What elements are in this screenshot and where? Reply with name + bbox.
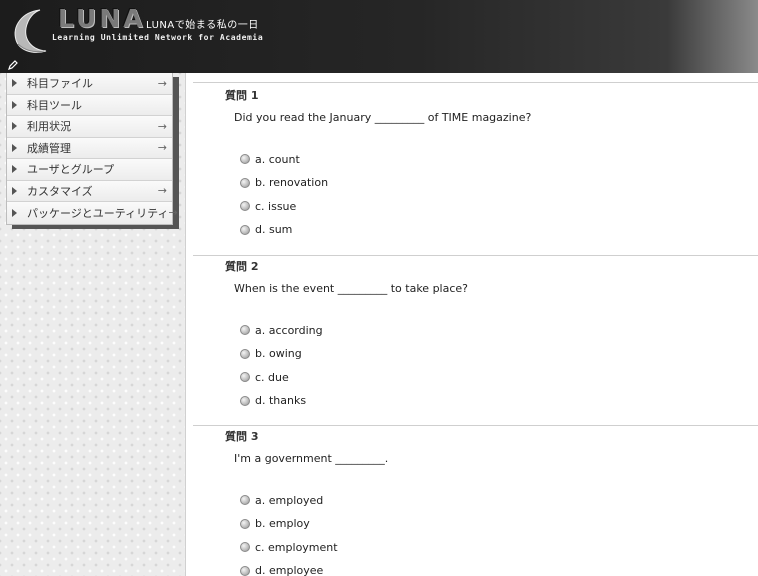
- question-title: 質問 1: [225, 89, 259, 102]
- expand-triangle-icon: [12, 122, 17, 131]
- header-subtitle: Learning Unlimited Network for Academia: [52, 33, 264, 42]
- question-divider: [193, 425, 758, 426]
- answer-option-label: d. thanks: [255, 394, 307, 407]
- header-tagline: LUNAで始まる私の一日: [146, 20, 259, 31]
- sidebar-item-packages-and-utilities[interactable]: パッケージとユーティリティ →: [7, 202, 178, 224]
- expand-triangle-icon: [12, 186, 17, 195]
- sidebar-item-label: パッケージとユーティリティ: [27, 206, 169, 220]
- radio-button[interactable]: [240, 372, 250, 382]
- radio-button[interactable]: [240, 565, 250, 576]
- answer-option[interactable]: a. according: [240, 322, 323, 338]
- submenu-arrow-icon: →: [157, 76, 167, 90]
- question-text: When is the event _________ to take plac…: [234, 282, 469, 295]
- pencil-icon[interactable]: [7, 59, 19, 71]
- radio-button[interactable]: [240, 154, 250, 164]
- radio-button[interactable]: [240, 395, 250, 406]
- answer-option-label: a. count: [255, 152, 300, 166]
- answer-option[interactable]: c. employment: [240, 539, 338, 555]
- radio-button[interactable]: [240, 224, 250, 235]
- answer-option-label: c. due: [255, 370, 289, 384]
- answer-option-label: d. employee: [255, 564, 324, 576]
- answer-option[interactable]: d. thanks: [240, 393, 306, 409]
- brand-logo-text: LUNA: [58, 4, 146, 33]
- sidebar-item-label: 成績管理: [27, 141, 71, 155]
- radio-button[interactable]: [240, 495, 250, 505]
- answer-option-label: b. owing: [255, 347, 302, 360]
- sidebar-menu: 科目ファイル → 科目ツール 利用状況 → 成績管理 → ユーザとグループ カスタマイズ → パッケ…: [6, 73, 178, 225]
- answer-option-label: c. issue: [255, 199, 297, 213]
- submenu-arrow-icon: →: [168, 206, 178, 220]
- question-divider: [193, 82, 758, 83]
- answer-option[interactable]: b. employ: [240, 516, 310, 532]
- sidebar-item-customize[interactable]: カスタマイズ →: [7, 180, 172, 202]
- quiz-content: 質問 1 Did you read the January _________ o…: [193, 73, 758, 576]
- sidebar-item-label: カスタマイズ: [27, 184, 93, 198]
- sidebar: 科目ファイル → 科目ツール 利用状況 → 成績管理 → ユーザとグループ カスタマイズ → パッケ…: [0, 73, 186, 576]
- expand-triangle-icon: [12, 100, 17, 109]
- expand-triangle-icon: [12, 143, 17, 152]
- question-block: 質問 1 Did you read the January _________ o…: [193, 87, 758, 247]
- question-title: 質問 2: [225, 260, 259, 273]
- expand-triangle-icon: [12, 79, 17, 88]
- sidebar-item-label: 科目ツール: [27, 98, 82, 112]
- answer-option[interactable]: a. employed: [240, 492, 323, 508]
- app-header: LUNA LUNAで始まる私の一日 Learning Unlimited Net…: [0, 0, 758, 73]
- answer-option[interactable]: d. sum: [240, 222, 292, 238]
- answer-option-label: d. sum: [255, 223, 293, 236]
- answer-option[interactable]: c. issue: [240, 198, 296, 214]
- luna-crescent-logo-icon: [14, 9, 47, 53]
- submenu-arrow-icon: →: [157, 119, 167, 133]
- question-title: 質問 3: [225, 430, 259, 443]
- question-text: Did you read the January _________ of TI…: [234, 111, 532, 124]
- answer-option[interactable]: b. renovation: [240, 175, 328, 191]
- submenu-arrow-icon: →: [157, 184, 167, 198]
- answer-option[interactable]: b. owing: [240, 346, 302, 362]
- sidebar-item-course-files[interactable]: 科目ファイル →: [7, 73, 172, 95]
- radio-button[interactable]: [240, 348, 250, 359]
- submenu-arrow-icon: →: [157, 141, 167, 155]
- question-text: I'm a government _________.: [234, 452, 389, 465]
- answer-option[interactable]: c. due: [240, 369, 289, 385]
- sidebar-item-course-tools[interactable]: 科目ツール: [7, 94, 172, 116]
- answer-option-label: c. employment: [255, 540, 338, 554]
- expand-triangle-icon: [12, 165, 17, 174]
- question-block: 質問 3 I'm a government _________. a. employ…: [193, 428, 758, 576]
- question-block: 質問 2 When is the event _________ to take …: [193, 258, 758, 418]
- question-divider: [193, 255, 758, 256]
- sidebar-item-label: ユーザとグループ: [27, 163, 115, 177]
- answer-option[interactable]: a. count: [240, 151, 300, 167]
- radio-button[interactable]: [240, 177, 250, 188]
- sidebar-item-users-and-groups[interactable]: ユーザとグループ: [7, 159, 172, 181]
- answer-option-label: a. according: [255, 323, 323, 337]
- sidebar-item-label: 利用状況: [27, 120, 71, 134]
- sidebar-item-usage-status[interactable]: 利用状況 →: [7, 116, 172, 138]
- radio-button[interactable]: [240, 325, 250, 335]
- sidebar-item-grade-management[interactable]: 成績管理 →: [7, 137, 172, 159]
- answer-option-label: b. employ: [255, 517, 310, 530]
- answer-option-label: b. renovation: [255, 176, 329, 189]
- answer-option[interactable]: d. employee: [240, 563, 323, 576]
- radio-button[interactable]: [240, 542, 250, 552]
- sidebar-item-label: 科目ファイル: [27, 77, 93, 91]
- radio-button[interactable]: [240, 201, 250, 211]
- answer-option-label: a. employed: [255, 493, 324, 507]
- radio-button[interactable]: [240, 518, 250, 529]
- expand-triangle-icon: [12, 208, 17, 217]
